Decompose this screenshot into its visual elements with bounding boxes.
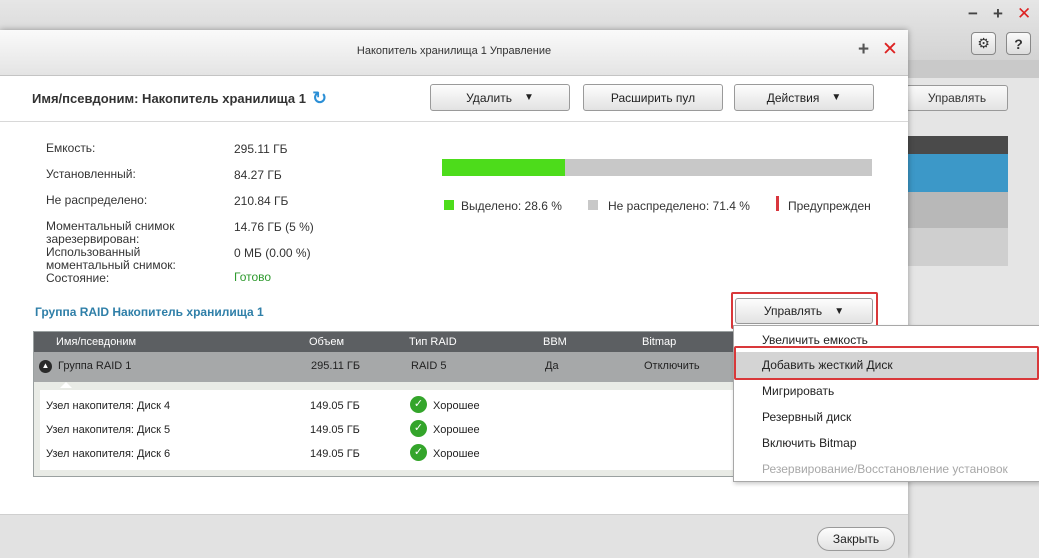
- disk-size: 149.05 ГБ: [310, 400, 360, 412]
- raid-group-row[interactable]: ▲ Группа RAID 1 295.11 ГБ RAID 5 Да Откл…: [34, 352, 734, 382]
- help-icon[interactable]: ?: [1006, 32, 1031, 55]
- warning-legend-swatch: [776, 196, 779, 211]
- disk-status: Хорошее: [433, 400, 480, 412]
- group-bitmap: Отключить: [644, 360, 700, 372]
- volume-name: Имя/псевдоним: Накопитель хранилища 1: [32, 91, 306, 106]
- unallocated-value: 210.84 ГБ: [234, 194, 289, 208]
- actions-button[interactable]: Действия ▼: [734, 84, 874, 111]
- col-raid-header[interactable]: Тип RAID: [409, 336, 457, 348]
- group-pointer: [60, 382, 72, 388]
- snapshot-used-label: Использованный моментальный снимок:: [46, 245, 176, 272]
- group-bbm: Да: [545, 360, 559, 372]
- table-header: Имя/псевдоним Объем Тип RAID BBM Bitmap: [34, 332, 734, 352]
- maximize-icon[interactable]: +: [993, 4, 1003, 24]
- collapse-icon[interactable]: ▲: [39, 360, 52, 373]
- background-table-header: [905, 136, 1008, 154]
- background-row: [905, 192, 1008, 228]
- status-label: Состояние:: [46, 271, 110, 285]
- dialog-close-icon[interactable]: ✕: [882, 38, 898, 61]
- warning-legend-label: Предупрежден: [788, 199, 871, 213]
- col-size-header[interactable]: Объем: [309, 336, 344, 348]
- table-row[interactable]: Узел накопителя: Диск 6 149.05 ГБ ✓ Хоро…: [40, 442, 734, 466]
- dialog-title: Накопитель хранилища 1 Управление: [356, 45, 552, 57]
- usage-bar: [442, 159, 872, 176]
- capacity-label: Емкость:: [46, 141, 96, 155]
- check-icon: ✓: [410, 444, 427, 461]
- background-row: [905, 228, 1008, 266]
- expand-pool-button[interactable]: Расширить пул: [583, 84, 723, 111]
- volume-header: Имя/псевдоним: Накопитель хранилища 1 ↻ …: [0, 76, 908, 122]
- allocated-legend-label: Выделено: 28.6 %: [461, 199, 562, 213]
- menu-item-enable-bitmap[interactable]: Включить Bitmap: [734, 430, 1039, 456]
- status-value: Готово: [234, 270, 272, 284]
- group-raid-type: RAID 5: [411, 360, 447, 372]
- disk-size: 149.05 ГБ: [310, 448, 360, 460]
- settings-icon[interactable]: ⚙: [971, 32, 996, 55]
- close-icon[interactable]: ✕: [1017, 4, 1031, 24]
- table-row[interactable]: Узел накопителя: Диск 5 149.05 ГБ ✓ Хоро…: [40, 418, 734, 442]
- raid-section-title: Группа RAID Накопитель хранилища 1: [35, 305, 264, 319]
- unallocated-legend-label: Не распределено: 71.4 %: [608, 199, 750, 213]
- disk-size: 149.05 ГБ: [310, 424, 360, 436]
- disk-list: Узел накопителя: Диск 4 149.05 ГБ ✓ Хоро…: [40, 390, 734, 470]
- dialog-footer: Закрыть: [0, 514, 908, 558]
- unallocated-label: Не распределено:: [46, 193, 148, 207]
- snapshot-reserved-value: 14.76 ГБ (5 %): [234, 220, 314, 234]
- manage-button-highlight: [731, 292, 878, 329]
- capacity-value: 295.11 ГБ: [234, 142, 288, 156]
- usage-bar-allocated: [442, 159, 565, 176]
- col-bitmap-header[interactable]: Bitmap: [642, 336, 676, 348]
- group-size: 295.11 ГБ: [311, 360, 361, 372]
- installed-label: Установленный:: [46, 167, 136, 181]
- col-bbm-header[interactable]: BBM: [543, 336, 567, 348]
- raid-table: Имя/псевдоним Объем Тип RAID BBM Bitmap …: [33, 331, 735, 477]
- minimize-icon[interactable]: −: [968, 4, 978, 24]
- table-row[interactable]: Узел накопителя: Диск 4 149.05 ГБ ✓ Хоро…: [40, 394, 734, 418]
- allocated-legend-swatch: [444, 200, 454, 210]
- disk-status: Хорошее: [433, 448, 480, 460]
- check-icon: ✓: [410, 396, 427, 413]
- background-selected-row: [905, 154, 1008, 192]
- check-icon: ✓: [410, 420, 427, 437]
- disk-name: Узел накопителя: Диск 4: [46, 400, 171, 412]
- delete-button[interactable]: Удалить ▼: [430, 84, 570, 111]
- col-name-header[interactable]: Имя/псевдоним: [56, 336, 136, 348]
- disk-status: Хорошее: [433, 424, 480, 436]
- add-disk-highlight: [734, 346, 1039, 380]
- disk-name: Узел накопителя: Диск 6: [46, 448, 171, 460]
- dialog-maximize-icon[interactable]: +: [858, 39, 869, 61]
- background-manage-button[interactable]: Управлять: [906, 85, 1008, 111]
- chevron-down-icon: ▼: [831, 92, 842, 103]
- snapshot-used-value: 0 МБ (0.00 %): [234, 246, 311, 260]
- snapshot-reserved-label: Моментальный снимок зарезервирован:: [46, 219, 175, 246]
- dialog-title-bar: Накопитель хранилища 1 Управление + ✕: [0, 30, 908, 76]
- menu-item-backup-restore: Резервирование/Восстановление установок: [762, 462, 1008, 476]
- chevron-down-icon: ▼: [523, 92, 534, 103]
- installed-value: 84.27 ГБ: [234, 168, 282, 182]
- close-button[interactable]: Закрыть: [817, 527, 895, 551]
- group-name: Группа RAID 1: [58, 360, 132, 372]
- menu-item-migrate[interactable]: Мигрировать: [734, 378, 1039, 404]
- menu-item-spare-disk[interactable]: Резервный диск: [734, 404, 1039, 430]
- disk-name: Узел накопителя: Диск 5: [46, 424, 171, 436]
- unallocated-legend-swatch: [588, 200, 598, 210]
- refresh-icon[interactable]: ↻: [312, 88, 327, 109]
